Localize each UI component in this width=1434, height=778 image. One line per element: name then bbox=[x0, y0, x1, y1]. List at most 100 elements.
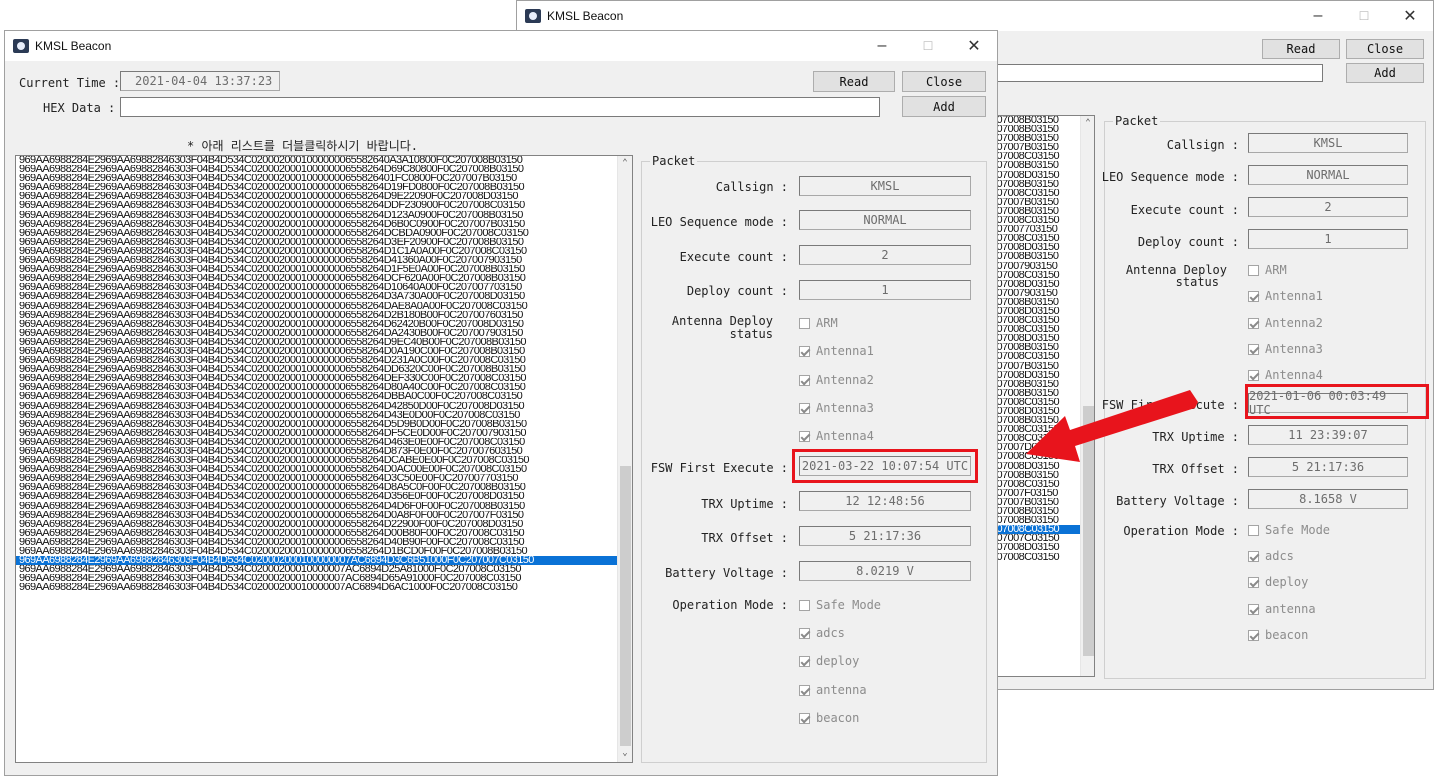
back-packet-list-item[interactable]: 207007903150 bbox=[988, 262, 1094, 271]
packet-list-item[interactable]: 969AA6988284E2969AA69882846303F04B4D534C… bbox=[16, 520, 632, 529]
back-packet-list-item[interactable]: 207008C03150 bbox=[988, 271, 1094, 280]
packet-list-item[interactable]: 969AA6988284E2969AA69882846303F04B4D534C… bbox=[16, 320, 632, 329]
packet-list-item[interactable]: 969AA6988284E2969AA69882846303F04B4D534C… bbox=[16, 483, 632, 492]
packet-list-item[interactable]: 969AA6988284E2969AA69882846303F04B4D534C… bbox=[16, 238, 632, 247]
packet-list-item[interactable]: 969AA6988284E2969AA69882846303F04B4D534C… bbox=[16, 502, 632, 511]
packet-list-item[interactable]: 969AA6988284E2969AA69882846303F04B4D534C… bbox=[16, 220, 632, 229]
packet-list-item[interactable]: 969AA6988284E2969AA69882846303F04B4D534C… bbox=[16, 547, 632, 556]
back-packet-list-item[interactable]: 207007F03150 bbox=[988, 489, 1094, 498]
scroll-down-icon[interactable]: ⌄ bbox=[618, 748, 632, 758]
packet-list-item[interactable]: 969AA6988284E2969AA69882846303F04B4D534C… bbox=[16, 265, 632, 274]
back-close-button[interactable]: Close bbox=[1346, 39, 1424, 59]
packet-list-item[interactable]: 969AA6988284E2969AA69882846303F04B4D534C… bbox=[16, 356, 632, 365]
back-packet-list-item[interactable]: 207007703150 bbox=[988, 225, 1094, 234]
packet-list-item[interactable]: 969AA6988284E2969AA69882846303F04B4D534C… bbox=[16, 511, 632, 520]
packet-list-item[interactable]: 969AA6988284E2969AA69882846303F04B4D534C… bbox=[16, 247, 632, 256]
packet-list-item[interactable]: 969AA6988284E2969AA69882846303F04B4D534C… bbox=[16, 192, 632, 201]
packet-list-item[interactable]: 969AA6988284E2969AA69882846303F04B4D534C… bbox=[16, 474, 632, 483]
packet-list-item[interactable]: 969AA6988284E2969AA69882846303F04B4D534C… bbox=[16, 201, 632, 210]
packet-list-item[interactable]: 969AA6988284E2969AA69882846303F04B4D534C… bbox=[16, 256, 632, 265]
scroll-up-icon[interactable]: ⌃ bbox=[618, 158, 632, 168]
back-read-button[interactable]: Read bbox=[1262, 39, 1340, 59]
packet-list-item[interactable]: 969AA6988284E2969AA69882846303F04B4D534C… bbox=[16, 156, 632, 165]
minimize-icon[interactable]: – bbox=[1295, 1, 1341, 31]
back-packet-list-item[interactable]: 207008B03150 bbox=[988, 252, 1094, 261]
packet-list-item[interactable]: 969AA6988284E2969AA69882846303F04B4D534C… bbox=[16, 283, 632, 292]
back-packet-list-item[interactable]: 207007B03150 bbox=[988, 198, 1094, 207]
packet-list-item[interactable]: 969AA6988284E2969AA69882846303F04B4D534C… bbox=[16, 311, 632, 320]
packet-list-item[interactable]: 969AA6988284E2969AA69882846303F04B4D534C… bbox=[16, 465, 632, 474]
packet-list-item[interactable]: 969AA6988284E2969AA69882846303F04B4D534C… bbox=[16, 374, 632, 383]
back-packet-list-item[interactable]: 207008B03150 bbox=[988, 207, 1094, 216]
packet-list-item[interactable]: 969AA6988284E2969AA69882846303F04B4D534C… bbox=[16, 438, 632, 447]
packet-list-item[interactable]: 969AA6988284E2969AA69882846303F04B4D534C… bbox=[16, 556, 632, 566]
packet-list-item[interactable]: 969AA6988284E2969AA69882846303F04B4D534C… bbox=[16, 183, 632, 192]
close-button[interactable]: Close bbox=[902, 71, 986, 92]
minimize-icon[interactable]: – bbox=[859, 31, 905, 61]
packet-list-item[interactable]: 969AA6988284E2969AA69882846303F04B4D534C… bbox=[16, 429, 632, 438]
back-packet-list-item[interactable]: 207008C03150 bbox=[988, 480, 1094, 489]
back-packet-list-item[interactable]: 207008D03150 bbox=[988, 543, 1094, 552]
packet-list-item[interactable]: 969AA6988284E2969AA69882846303F04B4D534C… bbox=[16, 365, 632, 374]
back-packet-list-item[interactable]: 207008B03150 bbox=[988, 161, 1094, 170]
packet-list-item[interactable]: 969AA6988284E2969AA69882846303F04B4D534C… bbox=[16, 165, 632, 174]
add-button[interactable]: Add bbox=[902, 96, 986, 117]
back-packet-list-item[interactable]: 207007903150 bbox=[988, 289, 1094, 298]
back-packet-list-item[interactable]: 207008B03150 bbox=[988, 298, 1094, 307]
packet-list-item[interactable]: 969AA6988284E2969AA69882846303F04B4D534C… bbox=[16, 565, 632, 574]
back-packet-list-item[interactable]: 207008D03150 bbox=[988, 371, 1094, 380]
packet-list-item[interactable]: 969AA6988284E2969AA69882846303F04B4D534C… bbox=[16, 447, 632, 456]
back-packet-list-item[interactable]: 207007C03150 bbox=[988, 534, 1094, 543]
packet-list-scrollbar[interactable]: ⌃ ⌄ bbox=[617, 156, 632, 762]
maximize-icon[interactable]: ☐ bbox=[1341, 1, 1387, 31]
packet-list-item[interactable]: 969AA6988284E2969AA69882846303F04B4D534C… bbox=[16, 174, 632, 183]
back-packet-list-item[interactable]: 207008C03150 bbox=[988, 216, 1094, 225]
back-add-button[interactable]: Add bbox=[1346, 63, 1424, 83]
back-packet-list-item[interactable]: 207008C03150 bbox=[988, 525, 1094, 535]
back-packet-list-item[interactable]: 207008B03150 bbox=[988, 134, 1094, 143]
packet-list-item[interactable]: 969AA6988284E2969AA69882846303F04B4D534C… bbox=[16, 420, 632, 429]
back-packet-list-item[interactable]: 207008B03150 bbox=[988, 507, 1094, 516]
back-packet-list-item[interactable]: 207008C03150 bbox=[988, 316, 1094, 325]
packet-list-item[interactable]: 969AA6988284E2969AA69882846303F04B4D534C… bbox=[16, 529, 632, 538]
back-packet-list-item[interactable]: 207007B03150 bbox=[988, 143, 1094, 152]
packet-list-item[interactable]: 969AA6988284E2969AA69882846303F04B4D534C… bbox=[16, 347, 632, 356]
back-packet-list-item[interactable]: 207008B03150 bbox=[988, 516, 1094, 525]
packet-list-item[interactable]: 969AA6988284E2969AA69882846303F04B4D534C… bbox=[16, 492, 632, 501]
packet-list-item[interactable]: 969AA6988284E2969AA69882846303F04B4D534C… bbox=[16, 211, 632, 220]
back-packet-list-item[interactable]: 207008B03150 bbox=[988, 125, 1094, 134]
back-packet-list-item[interactable]: 207008C03150 bbox=[988, 325, 1094, 334]
packet-list-item[interactable]: 969AA6988284E2969AA69882846303F04B4D534C… bbox=[16, 392, 632, 401]
back-packet-list-item[interactable]: 207008D03150 bbox=[988, 307, 1094, 316]
back-packet-list-item[interactable]: 207008C03150 bbox=[988, 234, 1094, 243]
back-packet-list-item[interactable]: 207008B03150 bbox=[988, 116, 1094, 125]
packet-list-item[interactable]: 969AA6988284E2969AA69882846303F04B4D534C… bbox=[16, 292, 632, 301]
maximize-icon[interactable]: ☐ bbox=[905, 31, 951, 61]
back-packet-list-item[interactable]: 207007B03150 bbox=[988, 362, 1094, 371]
packet-list-item[interactable]: 969AA6988284E2969AA69882846303F04B4D534C… bbox=[16, 229, 632, 238]
packet-list-item[interactable]: 969AA6988284E2969AA69882846303F04B4D534C… bbox=[16, 538, 632, 547]
packet-list[interactable]: 969AA6988284E2969AA69882846303F04B4D534C… bbox=[15, 155, 633, 763]
back-packet-list-item[interactable]: 207008C03150 bbox=[988, 553, 1094, 562]
packet-list-item[interactable]: 969AA6988284E2969AA69882846303F04B4D534C… bbox=[16, 274, 632, 283]
back-packet-list-item[interactable]: 207008D03150 bbox=[988, 171, 1094, 180]
back-packet-list-item[interactable]: 207008B03150 bbox=[988, 180, 1094, 189]
packet-list-item[interactable]: 969AA6988284E2969AA69882846303F04B4D534C… bbox=[16, 574, 632, 583]
scroll-up-icon[interactable]: ⌃ bbox=[1081, 118, 1094, 128]
back-packet-list-item[interactable]: 207008C03150 bbox=[988, 352, 1094, 361]
back-packet-list-item[interactable]: 207008B03150 bbox=[988, 343, 1094, 352]
close-icon[interactable]: ✕ bbox=[1387, 1, 1433, 31]
back-packet-list-item[interactable]: 207007B03150 bbox=[988, 498, 1094, 507]
back-packet-list-item[interactable]: 207008C03150 bbox=[988, 189, 1094, 198]
packet-list-item[interactable]: 969AA6988284E2969AA69882846303F04B4D534C… bbox=[16, 302, 632, 311]
packet-list-item[interactable]: 969AA6988284E2969AA69882846303F04B4D534C… bbox=[16, 456, 632, 465]
front-title-bar[interactable]: KMSL Beacon – ☐ ✕ bbox=[5, 31, 997, 61]
back-title-bar[interactable]: KMSL Beacon – ☐ ✕ bbox=[517, 1, 1433, 31]
back-packet-list-item[interactable]: 207008C03150 bbox=[988, 152, 1094, 161]
packet-scroll-thumb[interactable] bbox=[620, 466, 631, 746]
back-packet-list-item[interactable]: 207008B03150 bbox=[988, 471, 1094, 480]
hex-data-input[interactable] bbox=[120, 97, 880, 117]
packet-list-item[interactable]: 969AA6988284E2969AA69882846303F04B4D534C… bbox=[16, 583, 632, 592]
packet-list-item[interactable]: 969AA6988284E2969AA69882846303F04B4D534C… bbox=[16, 411, 632, 420]
packet-list-item[interactable]: 969AA6988284E2969AA69882846303F04B4D534C… bbox=[16, 338, 632, 347]
